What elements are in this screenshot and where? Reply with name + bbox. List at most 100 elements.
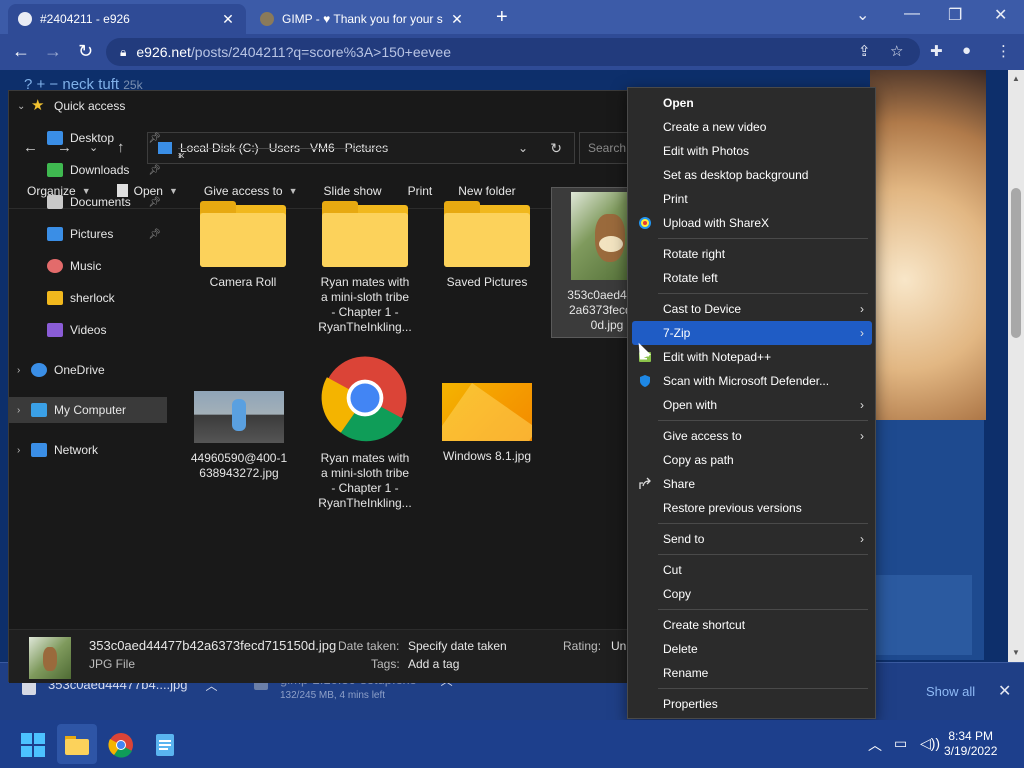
nav-item-my-computer[interactable]: › My Computer [9,397,167,423]
menu-item-cut[interactable]: Cut [632,558,872,582]
tab-search-chevron-icon[interactable]: ⌄ [856,5,869,25]
menu-item-rotate-right[interactable]: Rotate right [632,242,872,266]
file-name-line: Saved Pictures [446,275,528,289]
menu-item-share[interactable]: Share [632,472,872,496]
gimp-favicon-icon [260,12,274,26]
menu-item-copy-as-path[interactable]: Copy as path [632,448,872,472]
date-taken-value[interactable]: Specify date taken [408,639,507,653]
folder-item[interactable]: Ryan mates with a mini-sloth tribe - Chapt… [309,201,421,335]
new-folder-button[interactable]: New folder [458,184,515,198]
nav-item-network[interactable]: › Network [9,437,167,463]
share-page-icon[interactable]: ⇪ [858,42,871,60]
menu-item-restore-previous-versions[interactable]: Restore previous versions [632,496,872,520]
notepad-taskbar-icon[interactable] [152,732,178,758]
nav-item-documents[interactable]: Documents 📌︎ [9,189,167,215]
file-name-line: RyanTheInkling... [318,496,412,510]
bookmark-star-icon[interactable]: ☆ [890,42,903,60]
forward-icon[interactable]: → [44,41,62,62]
date-taken-label: Date taken: [338,639,400,653]
file-explorer-taskbar-icon[interactable] [64,732,90,758]
menu-item-cast-to-device[interactable]: Cast to Device › [632,297,872,321]
menu-item-label: Print [663,192,688,206]
give-access-button[interactable]: Give access to ▼ [204,184,298,198]
file-item[interactable]: 44960590@400-1 638943272.jpg [183,391,295,481]
start-windows-icon[interactable] [20,732,46,758]
system-clock[interactable]: 8:34 PM 3/19/2022 [944,729,997,759]
nav-item-onedrive[interactable]: › OneDrive [9,357,167,383]
menu-item-properties[interactable]: Properties [632,692,872,716]
chevron-down-icon[interactable]: ⌄ [17,101,31,112]
show-hidden-icons-chevron-icon[interactable]: ︿ [868,735,882,755]
file-name-line: - Chapter 1 - [331,305,399,319]
print-button[interactable]: Print [408,184,433,198]
tags-value[interactable]: Add a tag [408,657,459,671]
menu-item-open-with[interactable]: Open with › [632,393,872,417]
menu-item-create-a-new-video[interactable]: Create a new video [632,115,872,139]
page-scrollbar[interactable]: ▲ ▼ [1008,70,1024,662]
chevron-right-icon[interactable]: › [17,445,31,456]
file-item[interactable]: Ryan mates with a mini-sloth tribe - Chapt… [309,353,421,511]
scrollbar-thumb[interactable] [1011,188,1021,338]
minimize-icon[interactable]: — [904,5,920,23]
nav-item-videos[interactable]: Videos [9,317,167,343]
slide-show-button[interactable]: Slide show [324,184,382,198]
menu-item-print[interactable]: Print [632,187,872,211]
chrome-menu-icon[interactable]: ⋮ [996,42,1011,60]
nav-item-downloads[interactable]: Downloads 📌︎ [9,157,167,183]
menu-item-delete[interactable]: Delete [632,637,872,661]
nav-item-quick-access[interactable]: ⌄ ★ Quick access [9,93,167,119]
chevron-right-icon[interactable]: › [17,365,31,376]
new-tab-icon[interactable]: + [496,6,508,29]
menu-item-copy[interactable]: Copy [632,582,872,606]
menu-item-upload-with-sharex[interactable]: Upload with ShareX [632,211,872,235]
explorer-address-bar[interactable]: « Local Disk (C:) › Users › VM6 › Pictur… [147,132,575,164]
menu-item-label: Edit with Notepad++ [663,350,772,364]
menu-item-scan-with-microsoft-defender[interactable]: Scan with Microsoft Defender... [632,369,872,393]
network-icon[interactable]: ▭ [894,735,907,752]
menu-item-rotate-left[interactable]: Rotate left [632,266,872,290]
menu-item-7-zip[interactable]: 7-Zip › [632,321,872,345]
nav-item-pictures[interactable]: Pictures 📌︎ [9,221,167,247]
extensions-puzzle-icon[interactable]: ✚ [930,42,943,60]
menu-item-edit-with-photos[interactable]: Edit with Photos [632,139,872,163]
explorer-search-input[interactable]: Search [579,132,629,164]
window-close-icon[interactable]: ✕ [994,5,1007,25]
lock-icon: 🔒︎ [120,44,127,59]
menu-separator [658,523,868,524]
breadcrumb-separator-icon[interactable]: › [178,147,388,162]
folder-item[interactable]: Saved Pictures [431,201,543,290]
chrome-taskbar-icon[interactable] [108,732,134,758]
profile-avatar-icon[interactable]: ● [962,42,971,59]
menu-item-send-to[interactable]: Send to › [632,527,872,551]
refresh-icon[interactable]: ↻ [550,140,562,157]
show-all-downloads-link[interactable]: Show all [926,684,975,699]
back-icon[interactable]: ← [12,41,30,62]
menu-item-set-as-desktop-background[interactable]: Set as desktop background [632,163,872,187]
address-history-chevron-icon[interactable]: ⌄ [518,141,528,155]
file-item[interactable]: Windows 8.1.jpg [431,383,543,464]
restore-icon[interactable]: ❐ [948,5,962,25]
nav-item-label: Network [54,443,99,457]
menu-item-rename[interactable]: Rename [632,661,872,685]
chevron-right-icon[interactable]: › [17,405,31,416]
nav-item-music[interactable]: Music [9,253,167,279]
menu-item-give-access-to[interactable]: Give access to › [632,424,872,448]
volume-icon[interactable]: ◁)) [920,735,940,752]
menu-item-label: Delete [663,642,698,656]
reload-icon[interactable]: ↻ [78,41,93,62]
scroll-up-icon[interactable]: ▲ [1012,74,1020,83]
folder-item[interactable]: Camera Roll [187,201,299,290]
address-bar[interactable]: 🔒︎ e926.net/posts/2404211?q=score%3A>150… [106,38,920,66]
menu-item-create-shortcut[interactable]: Create shortcut [632,613,872,637]
scroll-down-icon[interactable]: ▼ [1012,648,1020,657]
close-shelf-icon[interactable]: ✕ [998,681,1011,701]
tab-close-icon[interactable]: ✕ [449,11,465,28]
tab-gimp[interactable]: GIMP - ♥ Thank you for your s ✕ [250,4,475,34]
nav-item-desktop[interactable]: Desktop 📌︎ [9,125,167,151]
menu-item-edit-with-notepad[interactable]: Edit with Notepad++ [632,345,872,369]
nav-item-sherlock[interactable]: sherlock [9,285,167,311]
tab-e926[interactable]: #2404211 - e926 ✕ [8,4,246,34]
tab-close-icon[interactable]: ✕ [220,11,236,28]
menu-item-open[interactable]: Open [632,91,872,115]
nav-item-label: Downloads [70,163,130,177]
